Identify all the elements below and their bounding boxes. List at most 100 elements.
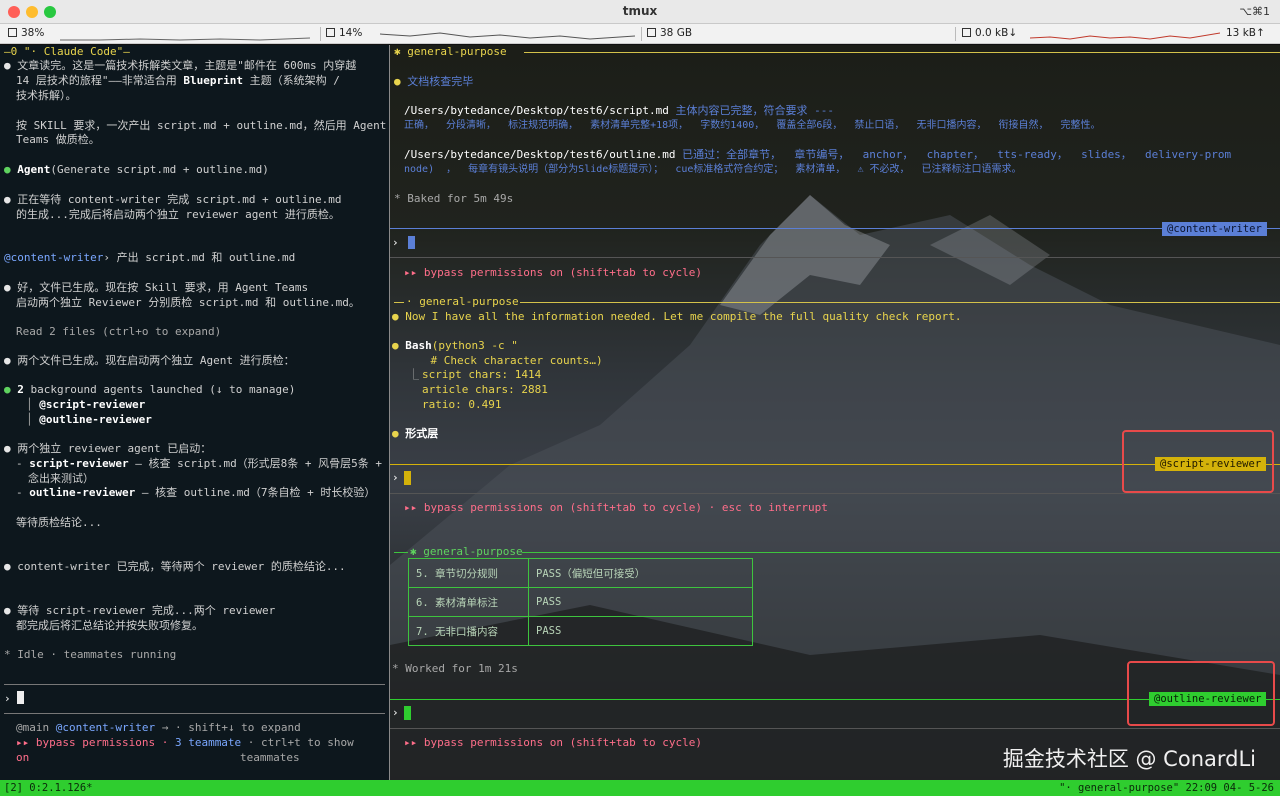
assistant-message-cont: 技术拆解）。 — [16, 89, 77, 102]
assistant-message: ● 正在等待 content-writer 完成 script.md + out… — [4, 193, 342, 206]
cpu-stat: 38% — [8, 27, 44, 39]
text-cursor — [404, 471, 411, 485]
agent-section-header: · general-purpose — [406, 295, 519, 308]
assistant-message-cont: 念出来测试） — [28, 472, 94, 485]
bullet-dot-icon: ● — [4, 354, 18, 367]
assistant-message: ● content-writer 已完成，等待两个 reviewer 的质检结论… — [4, 560, 346, 573]
stats-divider — [955, 27, 956, 41]
gpu-icon — [326, 28, 335, 37]
permissions-status: ▸▸ bypass permissions on (shift+tab to c… — [404, 266, 703, 279]
pane-header: —0 "· Claude Code"— — [4, 45, 130, 58]
tool-output: script chars: 1414 — [422, 368, 542, 381]
memory-icon — [647, 28, 656, 37]
tool-output: ratio: 0.491 — [422, 398, 502, 411]
prompt-input[interactable]: › — [392, 236, 399, 250]
memory-stat: 38 GB — [647, 27, 692, 39]
input-rule — [390, 228, 1280, 229]
assistant-message-cont: 的生成...完成后将启动两个独立 reviewer agent 进行质检。 — [16, 208, 340, 221]
assistant-message-cont: 等待质检结论... — [16, 516, 102, 529]
background-agents-summary[interactable]: ● 2 background agents launched (↓ to man… — [4, 383, 295, 397]
window-title: tmux — [622, 4, 658, 18]
tool-output: article chars: 2881 — [422, 383, 548, 396]
tree-branch-icon: │ — [26, 398, 33, 411]
network-sparkline — [1030, 32, 1220, 40]
text-cursor — [17, 691, 25, 704]
bullet-dot-icon: ● — [4, 281, 18, 294]
prompt-input[interactable]: › — [392, 706, 399, 720]
highlight-box — [1127, 661, 1275, 726]
bullet-dot-icon: ● — [392, 310, 406, 323]
gpu-stat: 14% — [326, 27, 362, 39]
bullet-dot-icon: ● — [392, 339, 406, 352]
prompt-input[interactable]: › — [392, 471, 399, 485]
text-cursor — [404, 706, 411, 720]
bullet-dot-icon: ● — [4, 383, 18, 396]
section-rule — [524, 52, 1280, 53]
agent-section-header: ✱ general-purpose — [410, 545, 523, 558]
bullet-dot-icon: ● — [4, 163, 18, 176]
cpu-icon — [8, 28, 17, 37]
assistant-message: ● 等待 script-reviewer 完成...两个 reviewer — [4, 604, 276, 617]
window-shortcut: ⌥⌘1 — [1239, 5, 1270, 18]
assistant-message: ● 文章读完。这是一篇技术拆解类文章，主题是"邮件在 600ms 内穿越 — [4, 59, 357, 72]
worked-status: * Worked for 1m 21s — [392, 662, 518, 675]
tmux-status-line: [2] 0:2.1.126* "· general-purpose" 22:09… — [0, 780, 1280, 796]
assistant-message: ● 两个文件已生成。现在启动两个独立 Agent 进行质检： — [4, 354, 295, 367]
permissions-status: ▸▸ bypass permissions on (shift+tab to c… — [404, 736, 703, 749]
input-divider-top — [4, 684, 385, 685]
watermark: 掘金技术社区 @ ConardLi — [1002, 747, 1256, 771]
input-rule-bottom — [390, 257, 1280, 258]
input-rule-bottom — [390, 493, 1280, 494]
assistant-message: ● 好，文件已生成。现在按 Skill 要求，用 Agent Teams — [4, 281, 309, 294]
net-down-stat: 0.0 kB↓ — [962, 27, 1017, 39]
agent-list-item[interactable]: │ @outline-reviewer — [26, 413, 152, 427]
highlight-box — [1122, 430, 1274, 493]
footer-permissions: ▸▸ bypass permissions · 3 teammate · ctr… — [16, 736, 354, 749]
bullet-dot-icon: ● — [4, 442, 18, 455]
section-rule — [394, 552, 408, 553]
assistant-message-cont: - outline-reviewer — 核查 outline.md（7条自检 … — [16, 486, 376, 499]
bullet-dot-icon: ● — [4, 560, 18, 573]
read-files-note[interactable]: Read 2 files (ctrl+o to expand) — [16, 325, 221, 339]
prompt-input[interactable]: › — [4, 691, 25, 706]
bullet-dot-icon: ● — [4, 193, 18, 206]
tool-call-command: # Check character counts…) — [404, 354, 603, 367]
window-name-clock: "· general-purpose" 22:09 04- 5-26 — [1059, 782, 1274, 794]
bullet-dot-icon: ● — [392, 427, 406, 440]
bullet-dot-icon: ● — [4, 604, 18, 617]
tool-call[interactable]: ● Agent(Generate script.md + outline.md) — [4, 163, 269, 177]
section-rule — [394, 302, 404, 303]
file-path-line: /Users/bytedance/Desktop/test6/outline.m… — [404, 148, 1232, 161]
assistant-message: ● 形式层 — [392, 427, 439, 440]
session-info[interactable]: [2] 0:2.1.126* — [4, 780, 93, 796]
permissions-status: ▸▸ bypass permissions on (shift+tab to c… — [404, 501, 828, 514]
table-row: 7. 无非口播内容 PASS — [408, 616, 753, 646]
table-row: 5. 章节切分规则 PASS（偏短但可接受） — [408, 558, 753, 588]
idle-status: * Idle · teammates running — [4, 648, 177, 661]
tool-call[interactable]: ● Bash(python3 -c " — [392, 339, 518, 353]
assistant-message: ● 两个独立 reviewer agent 已启动： — [4, 442, 212, 455]
text-cursor — [408, 236, 415, 249]
assistant-message-cont: - script-reviewer — 核查 script.md（形式层8条 +… — [16, 457, 383, 470]
input-rule-bottom — [390, 728, 1280, 729]
assistant-message-cont: 14 层技术的旅程"——非常适合用 Blueprint 主题（系统架构 / — [16, 74, 340, 87]
gpu-sparkline — [380, 32, 635, 40]
agent-section-header: ✱ general-purpose — [394, 45, 507, 58]
agent-badge-content-writer[interactable]: @content-writer — [1162, 222, 1267, 236]
tree-branch-icon: ⎿ — [408, 368, 419, 381]
footer-permissions-cont: on teammates — [16, 751, 300, 764]
review-detail: 正确， 分段清晰， 标注规范明确， 素材清单完整+18项， 字数约1400， 覆… — [404, 120, 1101, 131]
assistant-message-cont: Teams 做质检。 — [16, 133, 100, 146]
left-pane[interactable]: —0 "· Claude Code"— ● 文章读完。这是一篇技术拆解类文章，主… — [0, 45, 389, 780]
stats-divider — [641, 27, 642, 41]
footer-agent-nav[interactable]: @main @content-writer → · shift+↓ to exp… — [16, 721, 301, 735]
bullet-dot-icon: ● — [394, 75, 408, 88]
right-pane[interactable]: ✱ general-purpose ● 文档核查完毕 /Users/byteda… — [390, 45, 1280, 780]
section-rule — [520, 302, 1280, 303]
assistant-message: ● 文档核查完毕 — [394, 75, 474, 88]
check-results-table: 5. 章节切分规则 PASS（偏短但可接受） 6. 素材清单标注 PASS 7. 无… — [408, 558, 753, 646]
stats-divider — [320, 27, 321, 41]
agent-list-item[interactable]: │ @script-reviewer — [26, 398, 145, 412]
network-icon — [962, 28, 971, 37]
net-up-stat: 13 kB↑ — [1226, 27, 1265, 39]
